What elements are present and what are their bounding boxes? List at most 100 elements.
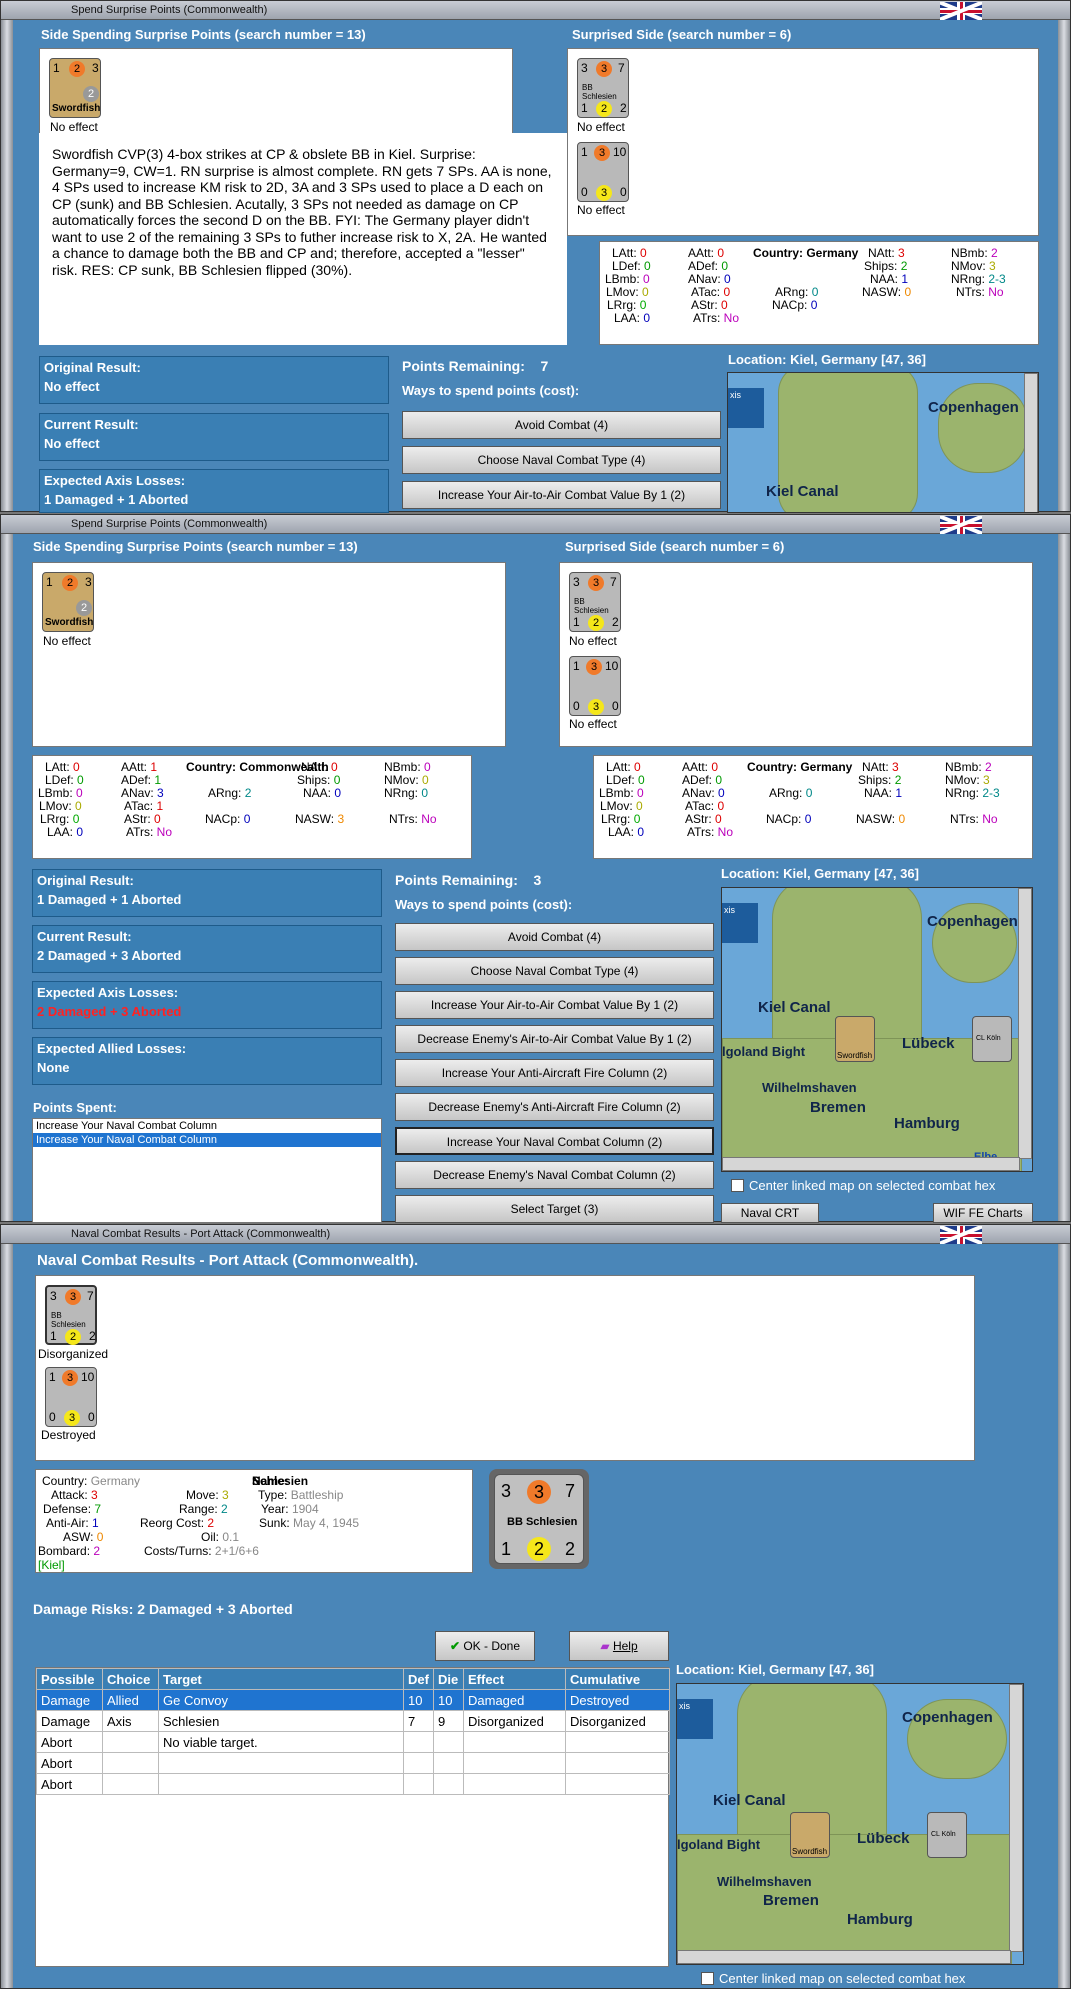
info-location: [Kiel] <box>38 1558 65 1572</box>
decrease-enemy-naval-column-button[interactable]: Decrease Enemy's Naval Combat Column (2) <box>395 1161 714 1189</box>
large-schlesien-counter[interactable]: 3 3 7 BB Schlesien 1 2 2 <box>494 1474 584 1564</box>
choose-naval-combat-type-button[interactable]: Choose Naval Combat Type (4) <box>402 446 721 474</box>
center-map-checkbox[interactable] <box>731 1179 744 1192</box>
table-cell <box>158 1752 404 1774</box>
table-row[interactable]: Abort <box>36 1752 670 1774</box>
stat-atrs: No <box>723 311 740 325</box>
column-header[interactable]: Die <box>433 1668 464 1690</box>
counter-name: Swordfish <box>837 1051 873 1060</box>
choose-naval-combat-type-button[interactable]: Choose Naval Combat Type (4) <box>395 957 714 985</box>
stat-nasw: 3 <box>337 812 345 826</box>
table-row[interactable]: Abort No viable target. <box>36 1731 670 1753</box>
original-result-box: Original Result: No effect <box>39 356 389 404</box>
counter-value: 2 <box>565 1539 576 1559</box>
ge-convoy-counter[interactable]: 1 3 10 0 3 0 <box>569 656 621 716</box>
column-header[interactable]: Target <box>158 1668 404 1690</box>
column-header[interactable]: Cumulative <box>565 1668 670 1690</box>
window-title-bar[interactable]: Spend Surprise Points (Commonwealth) <box>1 1 1070 20</box>
table-cell: Abort <box>36 1773 103 1795</box>
table-cell <box>565 1731 670 1753</box>
table-cell <box>433 1731 464 1753</box>
stat-naa: 1 <box>901 272 909 286</box>
increase-anti-aircraft-button[interactable]: Increase Your Anti-Aircraft Fire Column … <box>395 1059 714 1087</box>
table-row[interactable]: Abort <box>36 1773 670 1795</box>
decrease-enemy-anti-aircraft-button[interactable]: Decrease Enemy's Anti-Aircraft Fire Colu… <box>395 1093 714 1121</box>
ge-convoy-counter[interactable]: 1 3 10 0 3 0 <box>577 142 629 202</box>
naval-crt-button[interactable]: Naval CRT <box>721 1203 819 1223</box>
counter-value: 2 <box>76 600 92 616</box>
expected-allied-value: None <box>37 1060 70 1075</box>
select-target-button[interactable]: Select Target (3) <box>395 1195 714 1223</box>
expected-allied-box: Expected Allied Losses: None <box>32 1037 382 1085</box>
table-row[interactable]: Damage Axis Schlesien 7 9 Disorganized Disorga… <box>36 1710 670 1732</box>
damage-risks-label: Damage Risks: 2 Damaged + 3 Aborted <box>33 1601 293 1617</box>
increase-air-to-air-button[interactable]: Increase Your Air-to-Air Combat Value By… <box>402 481 721 509</box>
swordfish-map-counter[interactable]: Swordfish <box>790 1812 830 1858</box>
list-item[interactable]: Increase Your Naval Combat Column <box>33 1119 381 1133</box>
cl-koln-map-counter[interactable]: CL Köln <box>972 1016 1012 1062</box>
bb-schlesien-counter[interactable]: 3 3 7 BB Schlesien 1 2 2 <box>45 1285 97 1345</box>
center-map-label: Center linked map on selected combat hex <box>749 1178 996 1193</box>
avoid-combat-button[interactable]: Avoid Combat (4) <box>402 411 721 439</box>
help-button[interactable]: ▰ Help <box>569 1631 669 1661</box>
counter-value: 3 <box>92 61 99 75</box>
avoid-combat-button[interactable]: Avoid Combat (4) <box>395 923 714 951</box>
column-header[interactable]: Possible <box>36 1668 103 1690</box>
ok-done-button[interactable]: ✔ OK - Done <box>435 1631 535 1661</box>
counter-value: 1 <box>53 61 60 75</box>
points-spent-list[interactable]: Increase Your Naval Combat Column Increa… <box>32 1118 382 1223</box>
bb-schlesien-counter[interactable]: 3 3 7 BB Schlesien 1 2 2 <box>569 572 621 632</box>
map-vertical-scrollbar[interactable] <box>1018 888 1032 1159</box>
location-map[interactable]: xis Copenhagen Kiel Canal Lübeck lgoland… <box>676 1683 1024 1965</box>
counter-name: BB Schlesien <box>507 1516 578 1528</box>
list-item-selected[interactable]: Increase Your Naval Combat Column <box>33 1133 381 1147</box>
stat-nrng: 2-3 <box>982 786 1000 800</box>
map-horizontal-scrollbar[interactable] <box>722 1157 1020 1171</box>
ge-convoy-counter[interactable]: 1 3 10 0 3 0 <box>45 1367 97 1427</box>
stat-nacp: 0 <box>243 812 251 826</box>
current-result-value: No effect <box>44 436 100 451</box>
table-cell: 10 <box>433 1689 464 1711</box>
increase-naval-column-button[interactable]: Increase Your Naval Combat Column (2) <box>395 1127 714 1155</box>
location-map[interactable]: xis Copenhagen Kiel Canal <box>727 372 1039 513</box>
column-header[interactable]: Choice <box>102 1668 159 1690</box>
table-cell <box>102 1752 159 1774</box>
table-cell <box>403 1773 434 1795</box>
table-cell <box>565 1752 670 1774</box>
stat-lbmb: 0 <box>643 272 650 286</box>
counter-value: 1 <box>49 1370 56 1384</box>
wif-fe-charts-button[interactable]: WIF FE Charts <box>933 1203 1033 1223</box>
info-label: Oil: <box>201 1530 219 1544</box>
map-scrollbar[interactable] <box>1024 373 1038 512</box>
table-cell <box>403 1731 434 1753</box>
location-map[interactable]: xis Copenhagen Kiel Canal Lübeck lgoland… <box>721 887 1033 1172</box>
expected-allied-label: Expected Allied Losses: <box>37 1041 187 1056</box>
increase-air-to-air-button[interactable]: Increase Your Air-to-Air Combat Value By… <box>395 991 714 1019</box>
map-horizontal-scrollbar[interactable] <box>677 1950 1011 1964</box>
window-title-bar[interactable]: Spend Surprise Points (Commonwealth) <box>1 515 1070 534</box>
table-row-selected[interactable]: Damage Allied Ge Convoy 10 10 Damaged Destroye… <box>36 1689 670 1711</box>
bb-schlesien-counter[interactable]: 3 3 7 BB Schlesien 1 2 2 <box>577 58 629 118</box>
defender-panel: 3 3 7 BB Schlesien 1 2 2 No effect 1 3 1… <box>559 562 1033 747</box>
table-cell: Disorganized <box>565 1710 670 1732</box>
germany-stats-panel: LAtt: 0 LDef: 0 LBmb: 0 LMov: 0 LRrg: 0 … <box>593 755 1033 859</box>
map-vertical-scrollbar[interactable] <box>1009 1684 1023 1952</box>
window-title-bar[interactable]: Naval Combat Results - Port Attack (Comm… <box>1 1225 1070 1244</box>
stat-naa: 1 <box>895 786 903 800</box>
swordfish-counter[interactable]: 1 2 3 2 Swordfish <box>49 58 101 118</box>
stat-aatt: 0 <box>717 246 725 260</box>
info-sunk: May 4, 1945 <box>293 1516 360 1530</box>
counter-value: 0 <box>581 185 588 199</box>
column-header[interactable]: Effect <box>463 1668 566 1690</box>
swordfish-map-counter[interactable]: Swordfish <box>835 1016 875 1062</box>
swordfish-counter[interactable]: 1 2 3 2 Swordfish <box>42 572 94 632</box>
location-label: Location: Kiel, Germany [47, 36] <box>721 866 919 881</box>
table-cell: Damage <box>36 1689 103 1711</box>
decrease-enemy-air-to-air-button[interactable]: Decrease Enemy's Air-to-Air Combat Value… <box>395 1025 714 1053</box>
column-header[interactable]: Def <box>403 1668 434 1690</box>
cl-koln-map-counter[interactable]: CL Köln <box>927 1812 967 1858</box>
center-map-checkbox[interactable] <box>701 1972 714 1985</box>
info-move: 3 <box>222 1488 229 1502</box>
info-label: Type: <box>258 1488 288 1502</box>
table-cell: Damaged <box>463 1689 566 1711</box>
